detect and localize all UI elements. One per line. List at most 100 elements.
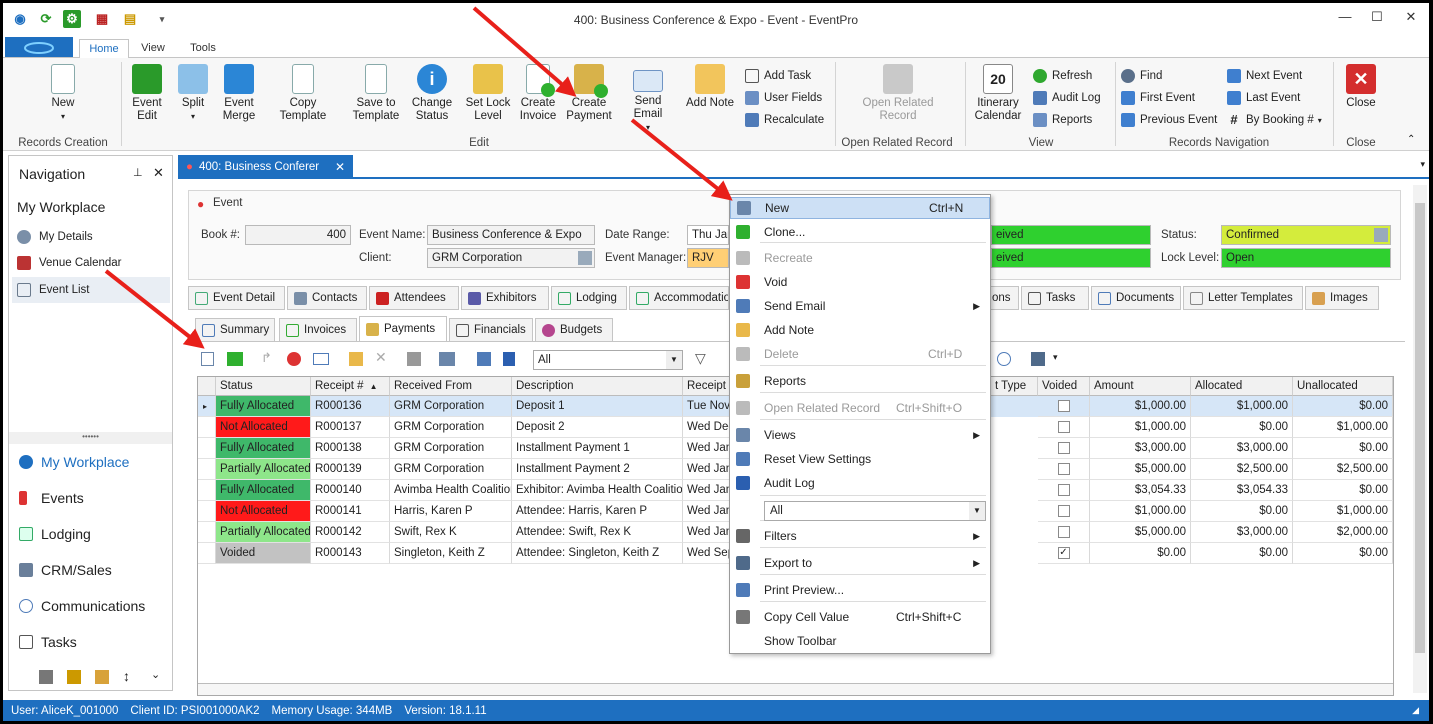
delete-icon[interactable]: ✕ [375,349,387,366]
menu-item-new[interactable]: New Ctrl+N [730,197,990,219]
date-range-field[interactable]: Thu Jan [687,225,729,245]
cell-unallocated[interactable]: $1,000.00 [1293,501,1393,522]
row-indicator[interactable] [198,522,216,543]
menu-item-open-related-record[interactable]: Open Related Record Ctrl+Shift+O [730,397,990,419]
context-filter-select[interactable]: All ▼ [764,501,986,521]
recreate-icon[interactable]: ↱ [261,350,272,366]
scrollbar-thumb[interactable] [1415,203,1425,653]
tab-images[interactable]: Images [1305,286,1379,310]
column-header-allocated[interactable]: Allocated [1191,377,1293,396]
cell-unallocated[interactable]: $0.00 [1293,480,1393,501]
send-email-button[interactable]: Send Email ▾ [619,64,677,134]
cell-status[interactable]: Fully Allocated [216,438,311,459]
cell-from[interactable]: Avimba Health Coalition [390,480,512,501]
tab-invoices[interactable]: Invoices [279,318,357,342]
cell-date[interactable]: Wed Jan [683,501,731,522]
tab-event-detail[interactable]: Event Detail [188,286,285,310]
received-lock-field[interactable]: eived [991,248,1151,268]
filter-select[interactable]: All ▼ [533,350,683,370]
column-header-receipt[interactable]: Receipt # ▲ [311,377,390,396]
find-button[interactable]: Find [1121,67,1162,85]
menu-item-views[interactable]: Views ▶ [730,424,990,446]
cell-receipt[interactable]: R000140 [311,480,390,501]
cell-status[interactable]: Fully Allocated [216,480,311,501]
void-icon[interactable] [287,352,301,366]
pin-icon[interactable]: ⊥ [133,166,143,179]
filter-funnel-icon[interactable]: ▽ [695,350,706,367]
cell-amount[interactable]: $1,000.00 [1090,396,1191,417]
email-icon[interactable] [313,353,329,365]
nav-tasks[interactable]: Tasks [19,634,77,650]
cell-desc[interactable]: Installment Payment 1 [512,438,683,459]
voided-checkbox[interactable]: ✓ [1057,547,1070,559]
cell-amount[interactable]: $3,054.33 [1090,480,1191,501]
change-status-button[interactable]: i Change Status [407,64,457,123]
cell-status[interactable]: Voided [216,543,311,564]
cell-voided[interactable] [1038,480,1090,501]
cell-date[interactable]: Wed Jan [683,459,731,480]
tab-tools[interactable]: Tools [181,39,225,59]
cell-unallocated[interactable]: $0.00 [1293,543,1393,564]
cell-from[interactable]: Singleton, Keith Z [390,543,512,564]
book-field[interactable]: 400 [245,225,351,245]
close-window-button[interactable]: ✕ [1397,9,1425,29]
collapse-ribbon-icon[interactable]: ⌃ [1407,134,1415,145]
event-manager-field[interactable]: RJV [687,248,729,268]
voided-checkbox[interactable] [1057,526,1070,538]
tab-budgets[interactable]: Budgets [535,318,613,342]
column-header-received-from[interactable]: Received From [390,377,512,396]
cell-status[interactable]: Fully Allocated [216,396,311,417]
cell-voided[interactable]: ✓ [1038,543,1090,564]
column-header-description[interactable]: Description [512,377,683,396]
close-tab-icon[interactable]: ✕ [335,160,345,174]
new-record-icon[interactable] [201,352,214,366]
column-header-status[interactable]: Status [216,377,311,396]
close-panel-icon[interactable]: ✕ [153,165,164,181]
previous-event-button[interactable]: Previous Event [1121,111,1217,129]
nav-lodging[interactable]: Lodging [19,526,91,542]
last-event-button[interactable]: Last Event [1227,89,1300,107]
cell-allocated[interactable]: $3,000.00 [1191,522,1293,543]
calculator-icon[interactable] [39,670,53,684]
lookup-icon[interactable] [578,251,592,265]
cell-desc[interactable]: Installment Payment 2 [512,459,683,480]
voided-checkbox[interactable] [1057,421,1070,433]
cell-date[interactable]: Wed Sep [683,543,731,564]
cell-amount[interactable]: $3,000.00 [1090,438,1191,459]
tab-lodging[interactable]: Lodging [551,286,627,310]
set-lock-level-button[interactable]: Set Lock Level [463,64,513,123]
menu-item-filters[interactable]: Filters ▶ [730,525,990,547]
cell-desc[interactable]: Attendee: Harris, Karen P [512,501,683,522]
client-field[interactable]: GRM Corporation [427,248,595,268]
lock-level-field[interactable]: Open [1221,248,1391,268]
voided-checkbox[interactable] [1057,505,1070,517]
by-booking-button[interactable]: # By Booking # ▾ [1227,111,1321,129]
menu-item-void[interactable]: Void [730,271,990,293]
chevron-down-icon[interactable]: ▾ [1053,352,1058,363]
cell-unallocated[interactable]: $1,000.00 [1293,417,1393,438]
create-invoice-button[interactable]: Create Invoice [515,64,561,123]
note-icon[interactable] [349,352,363,366]
tab-exhibitors[interactable]: Exhibitors [461,286,549,310]
cell-voided[interactable] [1038,417,1090,438]
tab-list-chevron-icon[interactable]: ▾ [1420,159,1425,170]
file-menu-button[interactable] [5,37,73,57]
cell-allocated[interactable]: $1,000.00 [1191,396,1293,417]
main-scrollbar[interactable] [1413,185,1427,693]
next-event-button[interactable]: Next Event [1227,67,1302,85]
recalculate-button[interactable]: Recalculate [745,111,824,129]
chevron-down-icon[interactable]: ⌄ [151,668,160,681]
cell-unallocated[interactable]: $2,000.00 [1293,522,1393,543]
panel-splitter[interactable]: •••••• [9,432,172,444]
column-header-receipt-date[interactable]: Receipt D [683,377,731,396]
menu-item-reports[interactable]: Reports [730,370,990,392]
row-indicator[interactable] [198,543,216,564]
row-indicator[interactable] [198,480,216,501]
cell-allocated[interactable]: $0.00 [1191,543,1293,564]
print-preview-icon[interactable] [997,352,1011,366]
cell-from[interactable]: Swift, Rex K [390,522,512,543]
cell-unallocated[interactable]: $0.00 [1293,438,1393,459]
menu-item-export-to[interactable]: Export to ▶ [730,552,990,574]
cell-voided[interactable] [1038,438,1090,459]
sort-icon[interactable]: ↕ [123,668,130,684]
